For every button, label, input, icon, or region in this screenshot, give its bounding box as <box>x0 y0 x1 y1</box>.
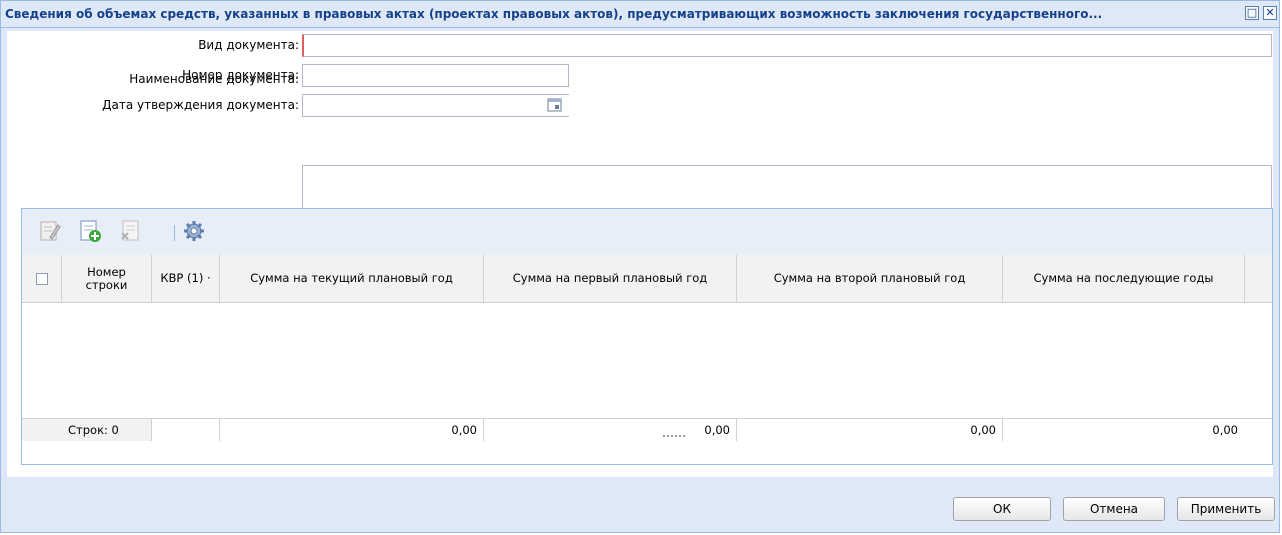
title-bar[interactable]: Сведения об объемах средств, указанных в… <box>1 1 1279 28</box>
grid-header: Номер строки КВР (1) · Сумма на текущий … <box>22 255 1272 303</box>
column-header-sum-first[interactable]: Сумма на первый плановый год <box>484 255 737 302</box>
toolbar-separator <box>174 225 175 241</box>
restore-icon[interactable]: □ <box>1245 6 1259 20</box>
column-header-sum-next[interactable]: Сумма на последующие годы <box>1003 255 1245 302</box>
column-header-filler <box>1245 255 1272 302</box>
doc-date-label: Дата утверждения документа: <box>102 98 299 112</box>
apply-button[interactable]: Применить <box>1177 497 1275 521</box>
column-header-sum-second[interactable]: Сумма на второй плановый год <box>737 255 1003 302</box>
grid-toolbar <box>22 209 1272 256</box>
doc-date-field[interactable] <box>302 94 569 117</box>
doc-type-label: Вид документа: <box>198 38 299 52</box>
window-title: Сведения об объемах средств, указанных в… <box>5 7 1103 21</box>
summary-sum-second: 0,00 <box>737 419 1003 441</box>
summary-sum-current: 0,00 <box>220 419 484 441</box>
summary-sum-first: 0,00 <box>484 419 737 441</box>
rows-count: Строк: 0 <box>22 419 152 441</box>
doc-number-field[interactable] <box>302 64 569 87</box>
column-header-row-number-line2: строки <box>85 277 128 292</box>
dialog-window: Сведения об объемах средств, указанных в… <box>0 0 1280 533</box>
calendar-icon[interactable] <box>547 97 563 113</box>
add-row-icon[interactable] <box>78 219 102 243</box>
resize-handle[interactable] <box>663 435 685 441</box>
settings-icon[interactable] <box>182 219 206 243</box>
grid-summary-row: Строк: 0 0,00 0,00 0,00 0,00 <box>22 418 1272 441</box>
edit-icon[interactable] <box>38 219 62 243</box>
select-all-checkbox[interactable] <box>35 272 48 285</box>
select-all-header <box>22 255 62 302</box>
column-header-kvr[interactable]: КВР (1) · <box>152 255 220 302</box>
doc-type-field[interactable] <box>302 34 1272 57</box>
amounts-grid: Номер строки КВР (1) · Сумма на текущий … <box>21 208 1273 465</box>
ok-button[interactable]: ОК <box>953 497 1051 521</box>
delete-row-icon[interactable] <box>118 219 142 243</box>
doc-name-label: Наименование документа: <box>129 72 299 86</box>
column-header-row-number-line1: Номер <box>87 264 126 279</box>
cancel-button[interactable]: Отмена <box>1063 497 1165 521</box>
dialog-buttons: ОК Отмена Применить <box>1 479 1279 532</box>
close-icon[interactable]: ✕ <box>1263 6 1277 20</box>
column-header-sum-current[interactable]: Сумма на текущий плановый год <box>220 255 484 302</box>
summary-kvr <box>152 419 220 441</box>
column-header-row-number[interactable]: Номер строки <box>62 255 152 302</box>
summary-sum-next: 0,00 <box>1003 419 1272 441</box>
